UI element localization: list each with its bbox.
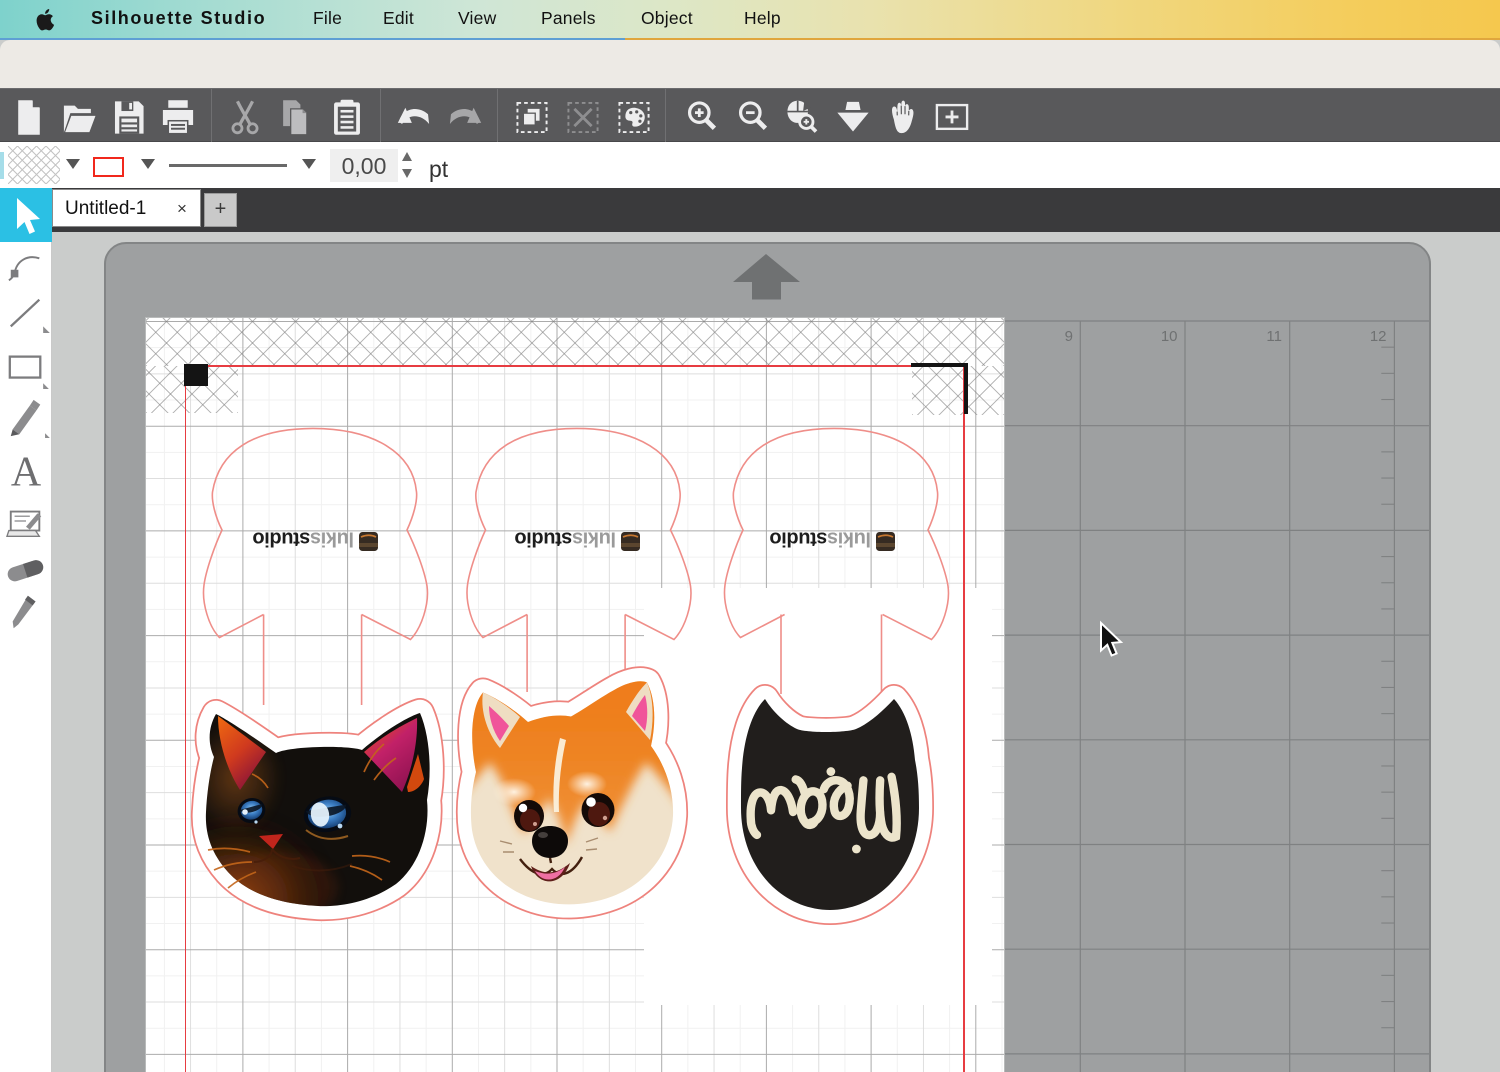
svg-text:A: A <box>11 451 41 491</box>
